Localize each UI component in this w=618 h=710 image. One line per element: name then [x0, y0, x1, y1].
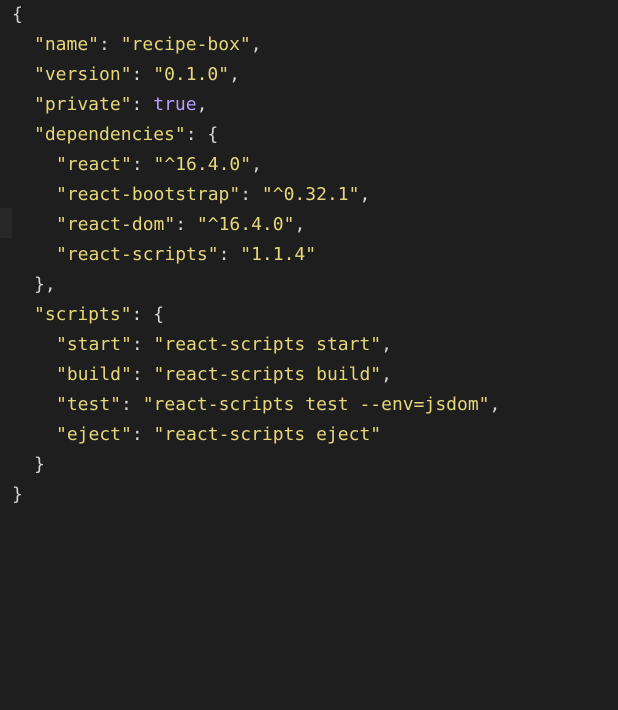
- json-string-value: "^16.4.0": [196, 214, 295, 235]
- code-line: "start": "react-scripts start",: [12, 330, 618, 360]
- code-line: "version": "0.1.0",: [12, 60, 618, 90]
- colon: :: [131, 94, 154, 115]
- comma: ,: [294, 214, 306, 235]
- json-key: "scripts": [34, 304, 132, 325]
- current-line-marker: [0, 208, 12, 238]
- code-line: "react-dom": "^16.4.0",: [12, 210, 618, 240]
- colon: :: [131, 64, 154, 85]
- comma: ,: [251, 154, 262, 175]
- comma: ,: [381, 334, 392, 355]
- json-key: "build": [56, 364, 132, 385]
- colon: :: [99, 34, 121, 55]
- code-editor[interactable]: { "name": "recipe-box", "version": "0.1.…: [0, 0, 618, 710]
- colon: : {: [131, 304, 165, 325]
- json-string-value: "^16.4.0": [153, 154, 252, 175]
- code-line: "eject": "react-scripts eject": [12, 420, 618, 450]
- close-brace: }: [34, 454, 45, 475]
- colon: :: [131, 154, 154, 175]
- json-string-value: "react-scripts start": [153, 334, 382, 355]
- colon: : {: [185, 124, 219, 145]
- json-boolean-value: true: [153, 94, 197, 115]
- code-line: "react": "^16.4.0",: [12, 150, 618, 180]
- json-string-value: "react-scripts test --env=jsdom": [142, 394, 490, 415]
- code-line: {: [12, 0, 618, 30]
- json-key: "react-dom": [56, 214, 176, 235]
- code-line: "react-bootstrap": "^0.32.1",: [12, 180, 618, 210]
- code-line: "build": "react-scripts build",: [12, 360, 618, 390]
- code-line: "react-scripts": "1.1.4": [12, 240, 618, 270]
- open-brace: {: [12, 4, 23, 25]
- json-key: "private": [34, 94, 132, 115]
- comma: ,: [229, 64, 240, 85]
- json-key: "eject": [56, 424, 132, 445]
- json-string-value: "react-scripts eject": [153, 424, 382, 445]
- json-key: "react-scripts": [56, 244, 219, 265]
- comma: ,: [359, 184, 371, 205]
- json-string-value: "1.1.4": [240, 244, 317, 265]
- code-line: },: [12, 270, 618, 300]
- code-content[interactable]: { "name": "recipe-box", "version": "0.1.…: [12, 0, 618, 510]
- json-key: "name": [34, 34, 100, 55]
- colon: :: [131, 424, 154, 445]
- comma: ,: [196, 94, 208, 115]
- json-key: "version": [34, 64, 132, 85]
- code-line: "private": true,: [12, 90, 618, 120]
- colon: :: [121, 394, 143, 415]
- code-line: "dependencies": {: [12, 120, 618, 150]
- json-key: "test": [56, 394, 122, 415]
- code-line: "test": "react-scripts test --env=jsdom"…: [12, 390, 618, 420]
- json-string-value: "recipe-box": [120, 34, 251, 55]
- code-line: }: [12, 480, 618, 510]
- json-string-value: "react-scripts build": [153, 364, 382, 385]
- close-brace: }: [12, 484, 23, 505]
- code-line: }: [12, 450, 618, 480]
- code-line: "name": "recipe-box",: [12, 30, 618, 60]
- json-key: "dependencies": [34, 124, 186, 145]
- close-brace: },: [34, 274, 56, 295]
- json-key: "start": [56, 334, 132, 355]
- colon: :: [131, 334, 154, 355]
- json-key: "react": [56, 154, 132, 175]
- colon: :: [218, 244, 241, 265]
- colon: :: [131, 364, 154, 385]
- code-line: "scripts": {: [12, 300, 618, 330]
- editor-gutter: [0, 0, 12, 710]
- colon: :: [175, 214, 197, 235]
- comma: ,: [250, 34, 262, 55]
- comma: ,: [489, 394, 501, 415]
- json-string-value: "^0.32.1": [261, 184, 360, 205]
- comma: ,: [381, 364, 392, 385]
- json-key: "react-bootstrap": [56, 184, 241, 205]
- json-string-value: "0.1.0": [153, 64, 230, 85]
- colon: :: [240, 184, 262, 205]
